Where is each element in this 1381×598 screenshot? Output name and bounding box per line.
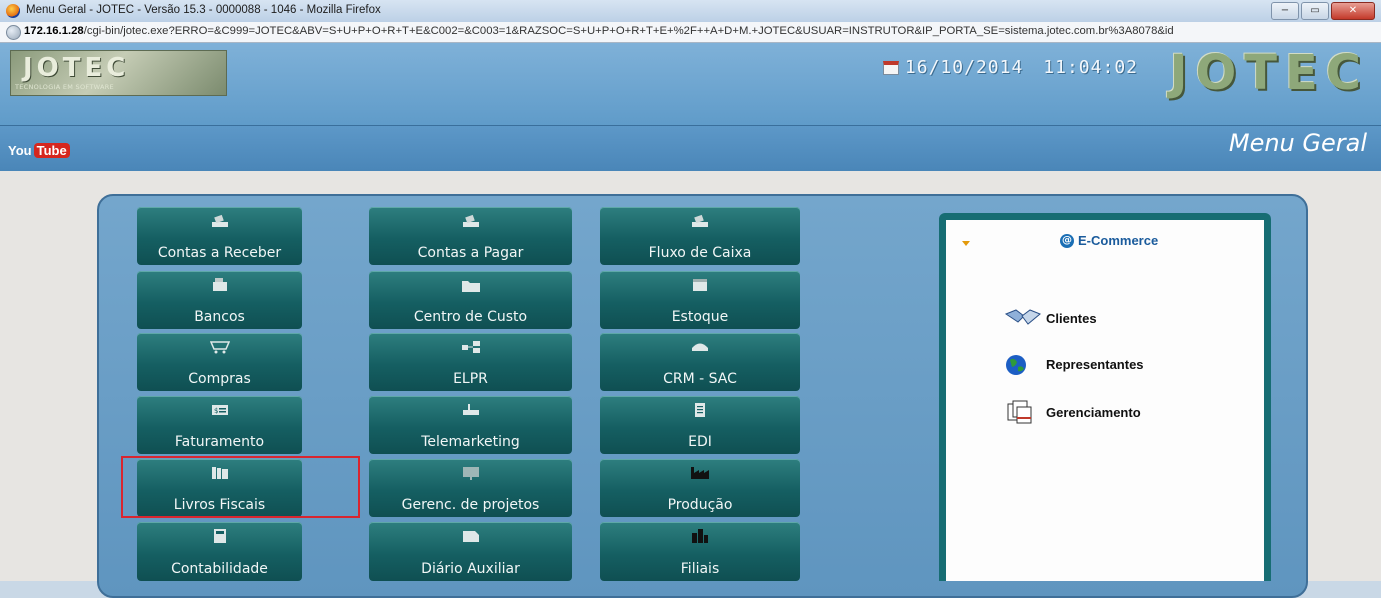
- printer-tray-icon: [692, 214, 708, 227]
- logo-text: JOTEC: [23, 53, 130, 83]
- printer-tray-icon: [211, 214, 228, 227]
- window-titlebar: Menu Geral - JOTEC - Versão 15.3 - 00000…: [0, 0, 1381, 23]
- tile-label: Filiais: [680, 561, 720, 577]
- tile-label: Diário Auxiliar: [421, 561, 520, 577]
- journal-icon: [462, 531, 479, 542]
- minimize-button[interactable]: −: [1271, 2, 1299, 20]
- tile-contas-a-pagar[interactable]: Contas a Pagar: [369, 207, 572, 265]
- tile-label: Contabilidade: [171, 561, 268, 577]
- tile-label: ELPR: [453, 371, 488, 387]
- invoice-icon: $: [211, 405, 228, 415]
- firefox-icon: [6, 4, 20, 18]
- youtube-you: You: [8, 143, 32, 158]
- svg-text:$: $: [214, 407, 218, 415]
- pages-icon: [1007, 400, 1032, 424]
- box-icon: [693, 279, 707, 291]
- url-path: /cgi-bin/jotec.exe?ERRO=&C999=JOTEC&ABV=…: [83, 25, 1174, 37]
- youtube-link[interactable]: You Tube: [8, 143, 70, 158]
- projects-icon: [462, 467, 479, 480]
- tile-telemarketing[interactable]: Telemarketing: [369, 396, 572, 454]
- jotec-logo[interactable]: JOTEC TECNOLOGIA EM SOFTWARE: [10, 50, 227, 96]
- tile-contas-a-receber[interactable]: Contas a Receber: [137, 207, 302, 265]
- folder-icon: [461, 281, 480, 292]
- page-title: Menu Geral: [1228, 129, 1367, 157]
- ecommerce-header: @ E-Commerce: [1060, 233, 1158, 248]
- selection-highlight: [121, 456, 360, 518]
- factory-icon: [691, 467, 709, 479]
- item-label: Clientes: [1046, 310, 1097, 326]
- handshake-icon: [1004, 309, 1041, 325]
- date-text: 16/10/2014: [904, 57, 1024, 78]
- tile-bancos[interactable]: Bancos: [137, 271, 302, 329]
- tile-label: Bancos: [194, 309, 245, 325]
- tile-faturamento[interactable]: $ Faturamento: [137, 396, 302, 454]
- telephone-icon: [692, 343, 708, 351]
- ecommerce-item-gerenciamento[interactable]: Gerenciamento: [1004, 400, 1141, 424]
- url-host: 172.16.1.28: [24, 25, 84, 37]
- tile-contabilidade[interactable]: Contabilidade: [137, 522, 302, 581]
- window-controls: − ▭ ✕: [1271, 2, 1375, 20]
- tile-label: Fluxo de Caixa: [648, 245, 752, 261]
- tile-label: Estoque: [671, 309, 729, 325]
- tile-fluxo-de-caixa[interactable]: Fluxo de Caixa: [600, 207, 800, 265]
- shopping-cart-icon: [209, 341, 230, 354]
- phone-tray-icon: [462, 404, 479, 415]
- close-button[interactable]: ✕: [1331, 2, 1375, 20]
- tile-estoque[interactable]: Estoque: [600, 271, 800, 329]
- youtube-tube: Tube: [33, 143, 70, 158]
- item-label: Representantes: [1046, 356, 1144, 372]
- site-identity-icon[interactable]: [6, 25, 21, 40]
- tile-diario-auxiliar[interactable]: Diário Auxiliar: [369, 522, 572, 581]
- collapse-arrow-icon[interactable]: [962, 241, 970, 246]
- tile-label: Telemarketing: [421, 434, 520, 450]
- network-icon: [461, 341, 480, 353]
- tile-crm-sac[interactable]: CRM - SAC: [600, 333, 800, 391]
- url-text[interactable]: 172.16.1.28/cgi-bin/jotec.exe?ERRO=&C999…: [24, 25, 1174, 37]
- tile-compras[interactable]: Compras: [137, 333, 302, 391]
- tile-label: CRM - SAC: [663, 371, 737, 387]
- address-bar[interactable]: 172.16.1.28/cgi-bin/jotec.exe?ERRO=&C999…: [0, 22, 1381, 43]
- subheader-bar: You Tube Menu Geral: [0, 125, 1381, 172]
- buildings-icon: [692, 529, 708, 543]
- tile-filiais[interactable]: Filiais: [600, 522, 800, 581]
- tile-label: Faturamento: [174, 434, 265, 450]
- tile-centro-de-custo[interactable]: Centro de Custo: [369, 271, 572, 329]
- at-sign-icon: @: [1060, 233, 1074, 248]
- ecommerce-item-clientes[interactable]: Clientes: [1004, 306, 1097, 330]
- app-header: JOTEC TECNOLOGIA EM SOFTWARE 16/10/2014 …: [0, 43, 1381, 127]
- tile-label: Produção: [667, 497, 733, 513]
- datetime: 16/10/2014 11:04:02: [882, 57, 1138, 78]
- tile-label: Centro de Custo: [413, 309, 528, 325]
- ecommerce-title: E-Commerce: [1078, 233, 1159, 248]
- maximize-button[interactable]: ▭: [1301, 2, 1329, 20]
- ecommerce-item-representantes[interactable]: Representantes: [1004, 352, 1144, 376]
- globe-icon: [1006, 355, 1026, 375]
- window-title: Menu Geral - JOTEC - Versão 15.3 - 00000…: [26, 4, 381, 16]
- tile-label: Gerenc. de projetos: [401, 497, 540, 513]
- tile-label: Contas a Pagar: [417, 245, 524, 261]
- calculator-icon: [213, 529, 226, 543]
- document-icon: [695, 403, 705, 417]
- tile-producao[interactable]: Produção: [600, 459, 800, 517]
- tile-elpr[interactable]: ELPR: [369, 333, 572, 391]
- logo-subtext: TECNOLOGIA EM SOFTWARE: [15, 83, 114, 91]
- item-label: Gerenciamento: [1046, 404, 1141, 420]
- tile-edi[interactable]: EDI: [600, 396, 800, 454]
- cash-register-icon: [212, 278, 227, 291]
- tile-gerenc-de-projetos[interactable]: Gerenc. de projetos: [369, 459, 572, 517]
- printer-tray-icon: [462, 214, 479, 227]
- tile-label: Contas a Receber: [157, 245, 282, 261]
- brand-logo: JOTEC: [1169, 45, 1369, 101]
- tile-label: Compras: [188, 371, 251, 387]
- tile-label: EDI: [688, 434, 712, 450]
- calendar-icon: [882, 60, 899, 75]
- time-text: 11:04:02: [1043, 57, 1138, 78]
